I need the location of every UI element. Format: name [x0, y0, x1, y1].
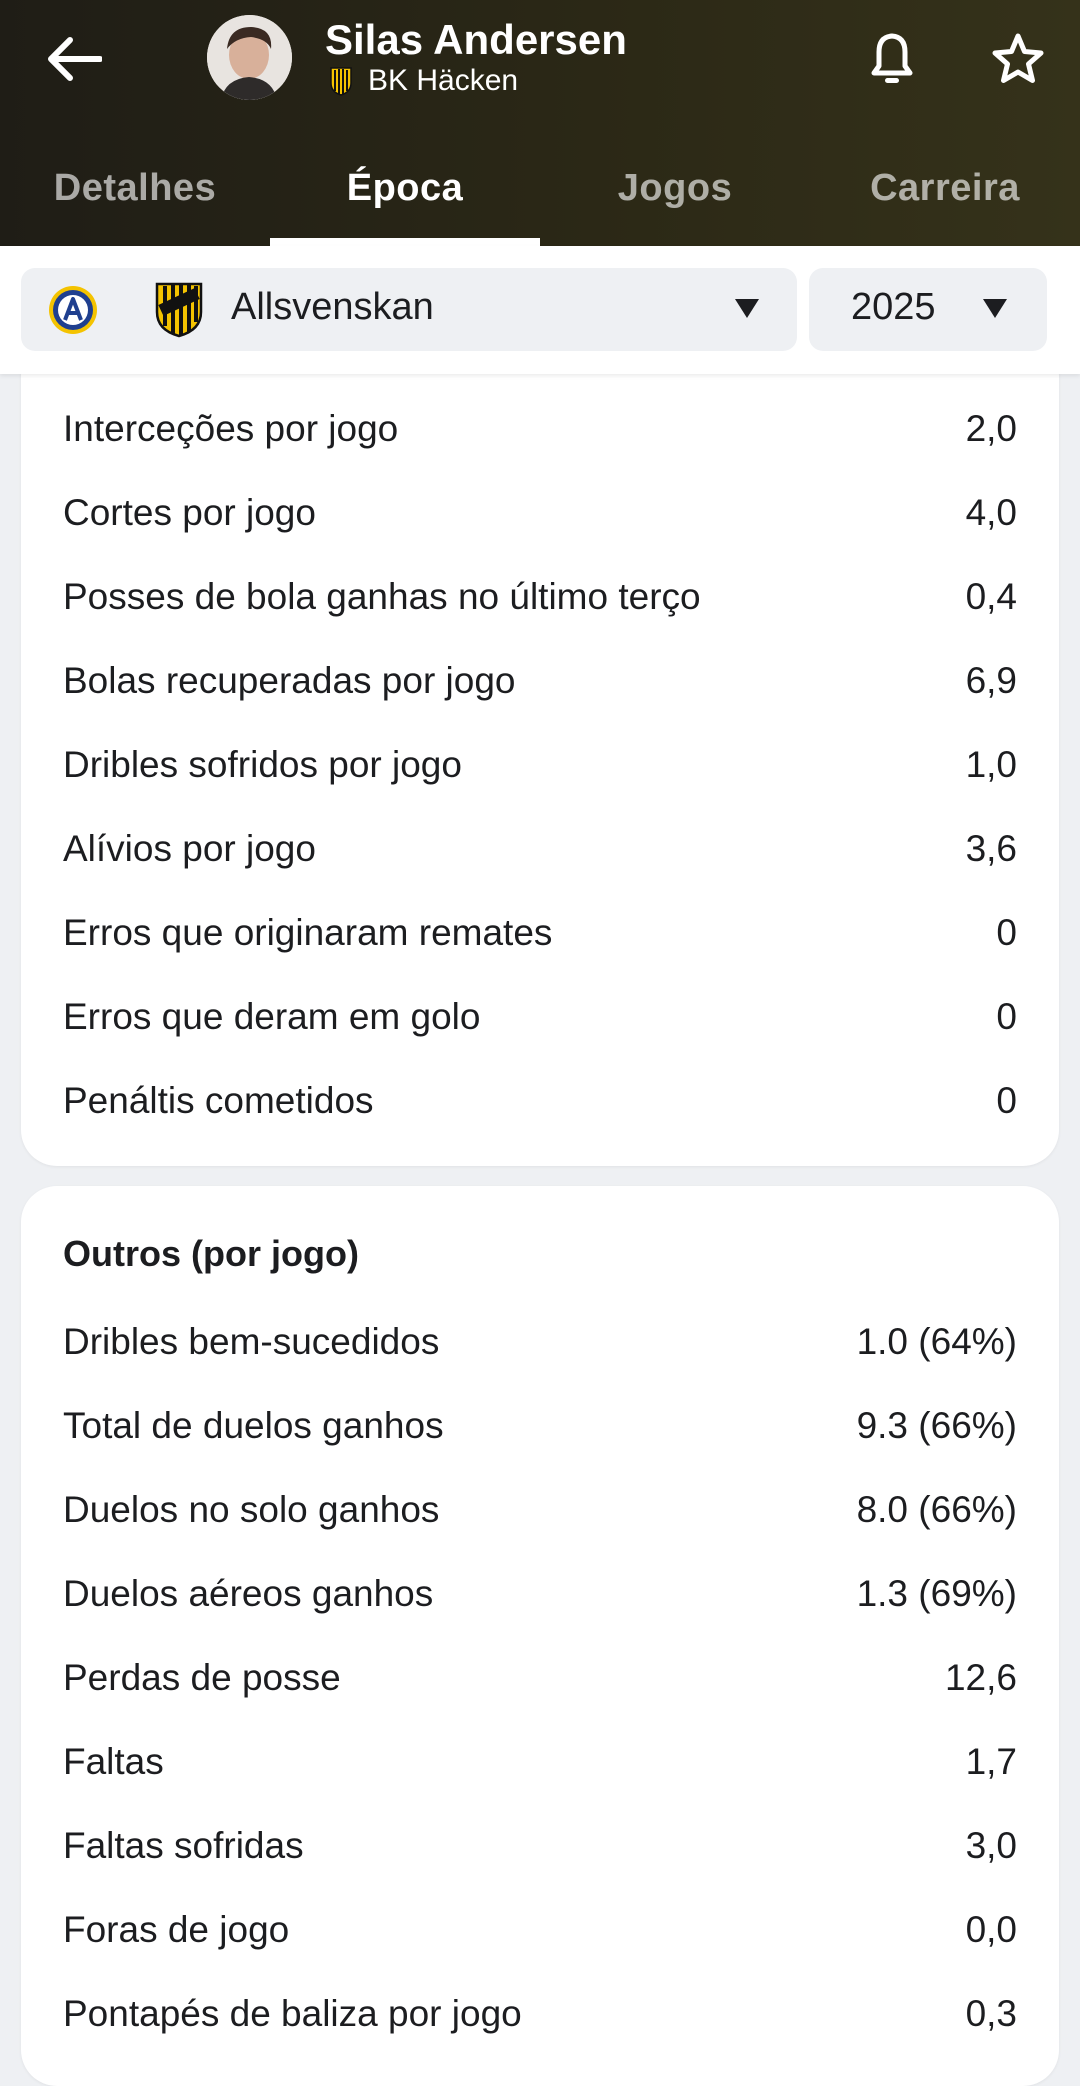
back-button[interactable] [38, 28, 110, 90]
stat-value: 1.3 (69%) [856, 1573, 1017, 1614]
stat-label: Dribles sofridos por jogo [63, 744, 462, 785]
stat-label: Duelos aéreos ganhos [63, 1573, 434, 1614]
league-dropdown[interactable]: Allsvenskan [21, 268, 797, 351]
season-value: 2025 [851, 286, 936, 328]
stat-value: 3,0 [965, 1825, 1017, 1866]
bell-icon [871, 33, 913, 83]
stat-value: 1.0 (64%) [856, 1321, 1017, 1362]
stat-label: Erros que originaram remates [63, 912, 553, 953]
tab-detalhes[interactable]: Detalhes [0, 130, 270, 246]
follow-notifications-button[interactable] [862, 24, 922, 94]
favorite-button[interactable] [983, 24, 1053, 94]
team-badge-icon [330, 67, 352, 96]
stat-value: 0,0 [965, 1909, 1017, 1950]
allsvenskan-logo-icon [49, 286, 97, 334]
stat-label: Posses de bola ganhas no último terço [63, 576, 701, 617]
stat-value: 0,4 [965, 576, 1017, 617]
stat-value: 1,0 [965, 744, 1017, 785]
player-name: Silas Andersen [325, 16, 627, 63]
stat-row: Perdas de posse 12,6 [63, 1648, 1017, 1708]
club-crest-icon [155, 282, 203, 338]
stat-label: Pontapés de baliza por jogo [63, 1993, 522, 2034]
stat-label: Bolas recuperadas por jogo [63, 660, 516, 701]
stat-label: Dribles bem-sucedidos [63, 1321, 440, 1362]
stat-row: Penáltis cometidos 0 [63, 1071, 1017, 1131]
star-icon [992, 33, 1044, 83]
stat-row: Duelos aéreos ganhos 1.3 (69%) [63, 1564, 1017, 1624]
tab-jogos[interactable]: Jogos [540, 130, 810, 246]
tab-bar: Detalhes Época Jogos Carreira [0, 130, 1080, 246]
stat-value: 0,3 [965, 1993, 1017, 2034]
stat-row: Dribles bem-sucedidos 1.0 (64%) [63, 1312, 1017, 1372]
stat-label: Perdas de posse [63, 1657, 341, 1698]
stat-row: Interceções por jogo 2,0 [63, 399, 1017, 459]
stat-row: Total de duelos ganhos 9.3 (66%) [63, 1396, 1017, 1456]
stat-value: 0 [996, 912, 1017, 953]
stat-row: Dribles sofridos por jogo 1,0 [63, 735, 1017, 795]
stat-label: Interceções por jogo [63, 408, 399, 449]
stat-value: 6,9 [965, 660, 1017, 701]
stat-row: Posses de bola ganhas no último terço 0,… [63, 567, 1017, 627]
season-dropdown[interactable]: 2025 [809, 268, 1047, 351]
other-stats-card: Outros (por jogo) Dribles bem-sucedidos … [21, 1186, 1059, 2086]
team-link[interactable]: BK Häcken [325, 64, 518, 98]
defending-stats-card: Interceções por jogo 2,0 Cortes por jogo… [21, 340, 1059, 1166]
league-name: Allsvenskan [231, 286, 434, 328]
stat-value: 0 [996, 1080, 1017, 1121]
tab-epoca[interactable]: Época [270, 130, 540, 246]
caret-down-icon [735, 299, 759, 318]
back-arrow-icon [48, 37, 102, 81]
player-photo [207, 15, 292, 100]
stat-row: Pontapés de baliza por jogo 0,3 [63, 1984, 1017, 2044]
player-avatar[interactable] [207, 15, 292, 100]
app-header: Silas Andersen BK Häcken Detalhes Época … [0, 0, 1080, 246]
stat-value: 1,7 [965, 1741, 1017, 1782]
stat-label: Faltas [63, 1741, 164, 1782]
stat-value: 4,0 [965, 492, 1017, 533]
stat-label: Total de duelos ganhos [63, 1405, 444, 1446]
stat-row: Cortes por jogo 4,0 [63, 483, 1017, 543]
stat-row: Alívios por jogo 3,6 [63, 819, 1017, 879]
stat-row: Faltas sofridas 3,0 [63, 1816, 1017, 1876]
stat-row: Bolas recuperadas por jogo 6,9 [63, 651, 1017, 711]
stat-label: Penáltis cometidos [63, 1080, 374, 1121]
stat-row: Faltas 1,7 [63, 1732, 1017, 1792]
stat-row: Erros que originaram remates 0 [63, 903, 1017, 963]
filter-bar: Allsvenskan 2025 [0, 246, 1080, 374]
team-name: BK Häcken [368, 64, 519, 97]
stat-row: Duelos no solo ganhos 8.0 (66%) [63, 1480, 1017, 1540]
stat-label: Alívios por jogo [63, 828, 316, 869]
stat-label: Foras de jogo [63, 1909, 290, 1950]
stat-label: Faltas sofridas [63, 1825, 304, 1866]
section-title: Outros (por jogo) [63, 1233, 359, 1274]
stat-value: 12,6 [944, 1657, 1017, 1698]
stat-label: Erros que deram em golo [63, 996, 481, 1037]
stat-value: 9.3 (66%) [856, 1405, 1017, 1446]
stat-label: Duelos no solo ganhos [63, 1489, 440, 1530]
caret-down-icon [983, 299, 1007, 318]
stat-value: 2,0 [965, 408, 1017, 449]
stat-value: 3,6 [965, 828, 1017, 869]
stat-label: Cortes por jogo [63, 492, 316, 533]
stat-value: 0 [996, 996, 1017, 1037]
stat-row: Erros que deram em golo 0 [63, 987, 1017, 1047]
tab-carreira[interactable]: Carreira [810, 130, 1080, 246]
stat-value: 8.0 (66%) [856, 1489, 1017, 1530]
stat-row: Foras de jogo 0,0 [63, 1900, 1017, 1960]
